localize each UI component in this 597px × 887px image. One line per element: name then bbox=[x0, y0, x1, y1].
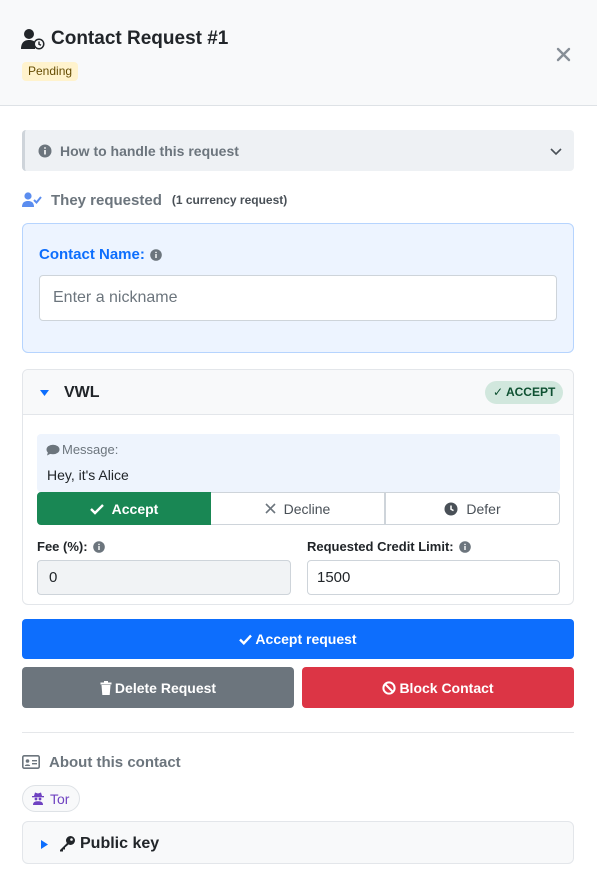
network-tag: Tor bbox=[22, 785, 81, 812]
close-icon[interactable] bbox=[555, 46, 572, 63]
how-to-handle-accordion[interactable]: How to handle this request bbox=[22, 130, 574, 171]
user-secret-icon bbox=[32, 792, 44, 805]
fee-label: Fee (%): bbox=[37, 539, 88, 554]
help-icon[interactable] bbox=[458, 540, 471, 553]
contact-name-label-row: Contact Name: bbox=[39, 246, 162, 263]
delete-request-label: Delete Request bbox=[114, 679, 217, 696]
contact-name-panel: Contact Name: bbox=[22, 223, 574, 353]
public-key-accordion[interactable]: Public key bbox=[22, 821, 574, 864]
defer-option-label: Defer bbox=[466, 500, 501, 517]
defer-option-button[interactable]: Defer bbox=[385, 492, 560, 525]
currency-card-header[interactable]: VWL ✓ ACCEPT bbox=[23, 370, 573, 415]
about-contact-label: About this contact bbox=[49, 753, 181, 771]
info-circle-icon bbox=[38, 144, 52, 157]
section-divider bbox=[22, 732, 574, 733]
caret-right-icon bbox=[41, 840, 48, 849]
user-clock-icon bbox=[21, 29, 45, 50]
message-label: Message: bbox=[62, 442, 119, 457]
network-tag-label: Tor bbox=[50, 790, 70, 807]
currency-code: VWL bbox=[64, 384, 100, 401]
block-contact-label: Block Contact bbox=[399, 679, 494, 696]
message-text: Hey, it's Alice bbox=[47, 467, 129, 483]
accept-request-label: Accept request bbox=[255, 631, 357, 647]
status-badge: Pending bbox=[22, 62, 79, 81]
x-icon bbox=[265, 503, 276, 514]
title-row: Contact Request #1 bbox=[21, 28, 228, 50]
decision-segmented-control: Accept Decline Defer bbox=[37, 492, 560, 525]
user-check-icon bbox=[22, 192, 42, 207]
nickname-input[interactable] bbox=[39, 275, 557, 321]
request-count: (1 currency request) bbox=[171, 193, 288, 207]
ban-icon bbox=[382, 680, 397, 695]
message-label-row: Message: bbox=[46, 442, 118, 457]
check-icon bbox=[239, 634, 253, 645]
modal-header: Contact Request #1 Pending bbox=[0, 0, 597, 106]
they-requested-heading: They requested (1 currency request) bbox=[22, 190, 287, 210]
accept-request-button[interactable]: Accept request bbox=[22, 619, 574, 659]
caret-down-icon bbox=[40, 390, 49, 396]
help-icon[interactable] bbox=[150, 248, 162, 261]
help-icon[interactable] bbox=[92, 540, 105, 553]
message-box: Message: Hey, it's Alice bbox=[37, 434, 560, 492]
contact-name-label: Contact Name: bbox=[39, 246, 145, 263]
chevron-down-icon bbox=[550, 148, 562, 156]
comment-icon bbox=[46, 444, 60, 455]
public-key-label: Public key bbox=[80, 835, 160, 852]
accept-option-label: Accept bbox=[111, 500, 159, 517]
check-icon bbox=[89, 503, 104, 515]
fee-label-row: Fee (%): bbox=[37, 539, 105, 554]
about-contact-heading: About this contact bbox=[22, 752, 181, 772]
credit-limit-label-row: Requested Credit Limit: bbox=[307, 539, 471, 554]
they-requested-label: They requested bbox=[51, 191, 162, 209]
credit-limit-input[interactable] bbox=[307, 560, 560, 595]
key-icon bbox=[60, 836, 75, 852]
modal-title: Contact Request #1 bbox=[51, 28, 229, 49]
delete-request-button[interactable]: Delete Request bbox=[22, 667, 294, 708]
trash-icon bbox=[100, 680, 112, 695]
fee-input[interactable] bbox=[37, 560, 291, 595]
accept-status-badge: ✓ ACCEPT bbox=[485, 381, 564, 404]
accept-option-button[interactable]: Accept bbox=[37, 492, 211, 525]
decline-option-label: Decline bbox=[283, 500, 331, 517]
clock-icon bbox=[444, 502, 458, 515]
decline-option-button[interactable]: Decline bbox=[211, 492, 385, 525]
currency-request-card: VWL ✓ ACCEPT Message: Hey, it's Alice Ac… bbox=[22, 369, 574, 605]
credit-limit-label: Requested Credit Limit: bbox=[307, 539, 454, 554]
id-card-icon bbox=[22, 755, 40, 769]
how-to-handle-label: How to handle this request bbox=[60, 142, 239, 159]
block-contact-button[interactable]: Block Contact bbox=[302, 667, 574, 708]
